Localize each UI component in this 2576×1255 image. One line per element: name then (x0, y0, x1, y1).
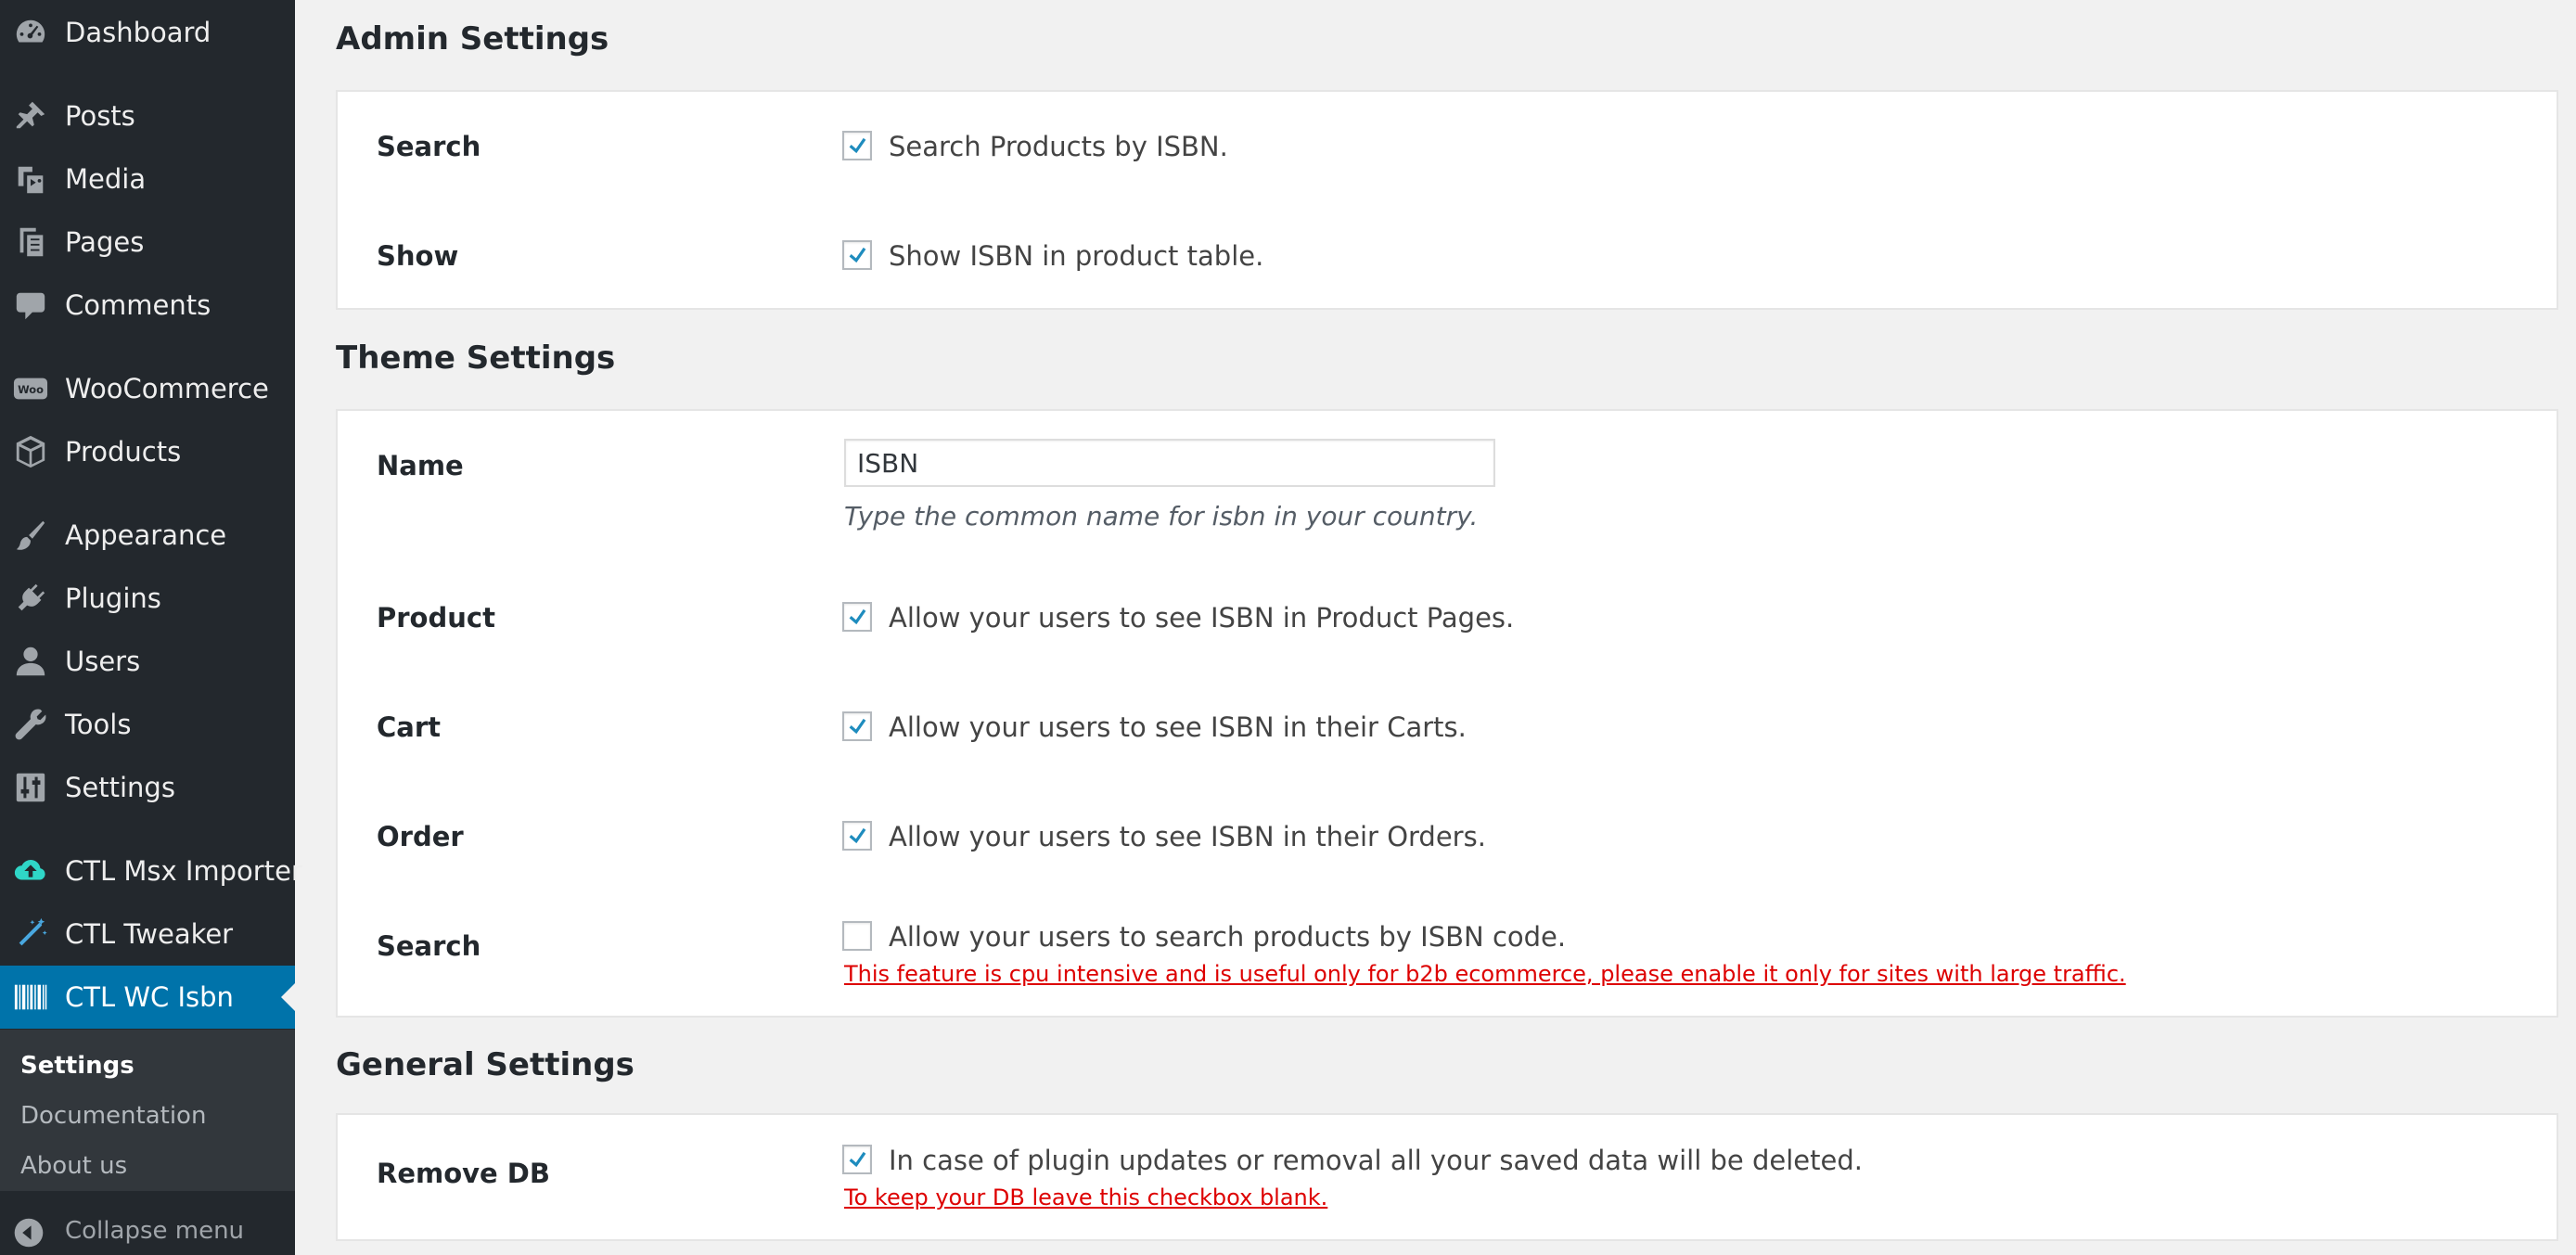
settings-main: Admin Settings Search Search Products by… (295, 0, 2576, 1255)
row-label-search: Search (377, 930, 481, 962)
barcode-icon (13, 980, 48, 1015)
admin-show-text: Show ISBN in product table. (889, 240, 1264, 272)
plug-icon (13, 581, 48, 616)
remove-db-text: In case of plugin updates or removal all… (889, 1145, 1863, 1176)
checkmark-icon (849, 1151, 866, 1168)
theme-search-checkbox[interactable] (842, 921, 872, 951)
submenu-item-settings[interactable]: Settings (20, 1052, 135, 1080)
woocommerce-icon: Woo (13, 371, 48, 406)
sidebar-item-label: Dashboard (65, 17, 211, 48)
dashboard-icon (13, 15, 48, 50)
theme-order-text: Allow your users to see ISBN in their Or… (889, 821, 1486, 852)
sidebar-item-ctl-msx-importer[interactable]: CTL Msx Importer (0, 839, 302, 903)
sidebar-item-label: Users (65, 646, 141, 677)
sidebar-item-comments[interactable]: Comments (0, 274, 295, 337)
sidebar-item-ctl-wc-isbn[interactable]: CTL WC Isbn (0, 966, 295, 1029)
magic-wand-icon (13, 916, 48, 952)
plugin-submenu: Settings Documentation About us (0, 1030, 295, 1191)
sliders-icon (13, 770, 48, 805)
sidebar-item-tools[interactable]: Tools (0, 693, 295, 756)
checkmark-icon (849, 827, 866, 844)
theme-order-checkbox[interactable] (842, 821, 872, 851)
pages-icon (13, 224, 48, 260)
sidebar-item-label: Comments (65, 289, 211, 321)
theme-cart-checkbox[interactable] (842, 711, 872, 741)
checkmark-icon (849, 247, 866, 263)
cpu-warning-text: This feature is cpu intensive and is use… (844, 961, 2126, 987)
theme-search-text: Allow your users to search products by I… (889, 921, 1567, 953)
box-icon (13, 434, 48, 469)
comment-bubble-icon (13, 288, 48, 323)
admin-show-checkbox[interactable] (842, 240, 872, 270)
collapse-menu-button[interactable]: Collapse menu (0, 1206, 295, 1255)
row-label-remove-db: Remove DB (377, 1158, 550, 1189)
checkmark-icon (849, 718, 866, 735)
isbn-name-input[interactable] (844, 439, 1495, 487)
sidebar-item-ctl-tweaker[interactable]: CTL Tweaker (0, 903, 295, 966)
checkmark-icon (849, 608, 866, 625)
admin-search-checkbox[interactable] (842, 131, 872, 160)
row-label-search: Search (377, 131, 481, 162)
section-title-theme-settings: Theme Settings (336, 339, 616, 377)
sidebar-item-plugins[interactable]: Plugins (0, 567, 295, 630)
sidebar-item-label: Media (65, 163, 147, 195)
row-label-order: Order (377, 821, 464, 852)
submenu-item-about-us[interactable]: About us (20, 1152, 127, 1180)
row-label-product: Product (377, 602, 495, 634)
user-icon (13, 644, 48, 679)
sidebar-item-label: CTL Msx Importer (65, 855, 302, 887)
media-icon (13, 161, 48, 197)
sidebar-item-posts[interactable]: Posts (0, 84, 295, 147)
row-label-cart: Cart (377, 711, 442, 743)
sidebar-item-appearance[interactable]: Appearance (0, 504, 295, 567)
isbn-name-help: Type the common name for isbn in your co… (844, 501, 1479, 531)
admin-settings-panel: Search Search Products by ISBN. Show Sho… (336, 90, 2558, 310)
sidebar-item-label: Posts (65, 100, 135, 132)
sidebar-item-label: CTL Tweaker (65, 918, 234, 950)
paintbrush-icon (13, 518, 48, 553)
cloud-upload-icon (13, 853, 48, 889)
section-title-general-settings: General Settings (336, 1046, 634, 1083)
collapse-menu-label: Collapse menu (65, 1217, 245, 1245)
collapse-arrow-icon (13, 1217, 45, 1249)
theme-product-text: Allow your users to see ISBN in Product … (889, 602, 1515, 634)
theme-cart-text: Allow your users to see ISBN in their Ca… (889, 711, 1467, 743)
woo-badge-text: Woo (18, 383, 44, 396)
sidebar-item-users[interactable]: Users (0, 630, 295, 693)
sidebar-item-label: CTL WC Isbn (65, 981, 234, 1013)
submenu-item-documentation[interactable]: Documentation (20, 1102, 206, 1130)
sidebar-item-label: Settings (65, 772, 175, 803)
sidebar-item-dashboard[interactable]: Dashboard (0, 1, 295, 64)
theme-product-checkbox[interactable] (842, 602, 872, 632)
sidebar-item-label: Appearance (65, 519, 227, 551)
sidebar-item-products[interactable]: Products (0, 420, 295, 483)
sidebar-item-label: Tools (65, 709, 132, 740)
row-label-show: Show (377, 240, 459, 272)
theme-settings-panel: Name Type the common name for isbn in yo… (336, 409, 2558, 1018)
admin-search-text: Search Products by ISBN. (889, 131, 1228, 162)
checkmark-icon (849, 137, 866, 154)
wrench-icon (13, 707, 48, 742)
pushpin-icon (13, 98, 48, 134)
sidebar-item-settings[interactable]: Settings (0, 756, 295, 819)
keep-db-warning-text: To keep your DB leave this checkbox blan… (844, 1185, 1328, 1210)
sidebar-item-media[interactable]: Media (0, 147, 295, 211)
sidebar-item-label: WooCommerce (65, 373, 269, 404)
row-label-name: Name (377, 450, 464, 481)
section-title-admin-settings: Admin Settings (336, 20, 609, 58)
remove-db-checkbox[interactable] (842, 1145, 872, 1174)
sidebar-item-label: Products (65, 436, 182, 467)
sidebar-item-pages[interactable]: Pages (0, 211, 295, 274)
sidebar-item-label: Pages (65, 226, 145, 258)
general-settings-panel: Remove DB In case of plugin updates or r… (336, 1113, 2558, 1241)
admin-sidebar: Dashboard Posts Media Pages Comments Woo… (0, 0, 302, 1255)
sidebar-item-label: Plugins (65, 583, 161, 614)
sidebar-item-woocommerce[interactable]: Woo WooCommerce (0, 357, 295, 420)
